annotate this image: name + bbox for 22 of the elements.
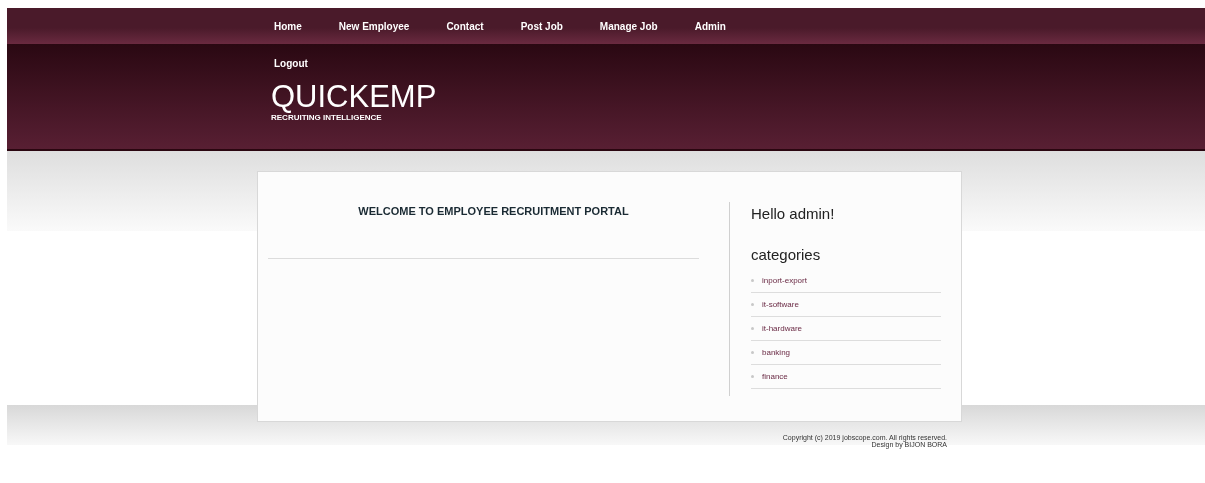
bullet-icon (751, 351, 754, 354)
nav-link[interactable]: Post Job (520, 18, 563, 34)
nav-link[interactable]: Admin (694, 18, 726, 34)
nav-link[interactable]: New Employee (338, 18, 410, 34)
category-link[interactable]: banking (762, 346, 791, 359)
bullet-icon (751, 303, 754, 306)
category-link[interactable]: it-software (762, 298, 799, 311)
greeting: Hello admin! (751, 204, 836, 224)
page-heading: WELCOME TO EMPLOYEE RECRUITMENT PORTAL (358, 204, 629, 219)
category-link[interactable]: finance (762, 370, 788, 383)
logout-link[interactable]: Logout (274, 56, 308, 71)
bullet-icon (751, 279, 754, 282)
logo-text: QUICKEMP (271, 81, 437, 112)
nav-link[interactable]: Manage Job (599, 18, 658, 34)
category-link[interactable]: it-hardware (762, 322, 802, 335)
nav-link[interactable]: Contact (446, 18, 484, 34)
nav-link[interactable]: Home (274, 18, 302, 34)
section-title: categories (751, 244, 822, 265)
tagline: RECRUITING INTELLIGENCE (271, 114, 382, 122)
bullet-icon (751, 375, 754, 378)
category-link[interactable]: inport-export (762, 274, 807, 287)
bullet-icon (751, 327, 754, 330)
